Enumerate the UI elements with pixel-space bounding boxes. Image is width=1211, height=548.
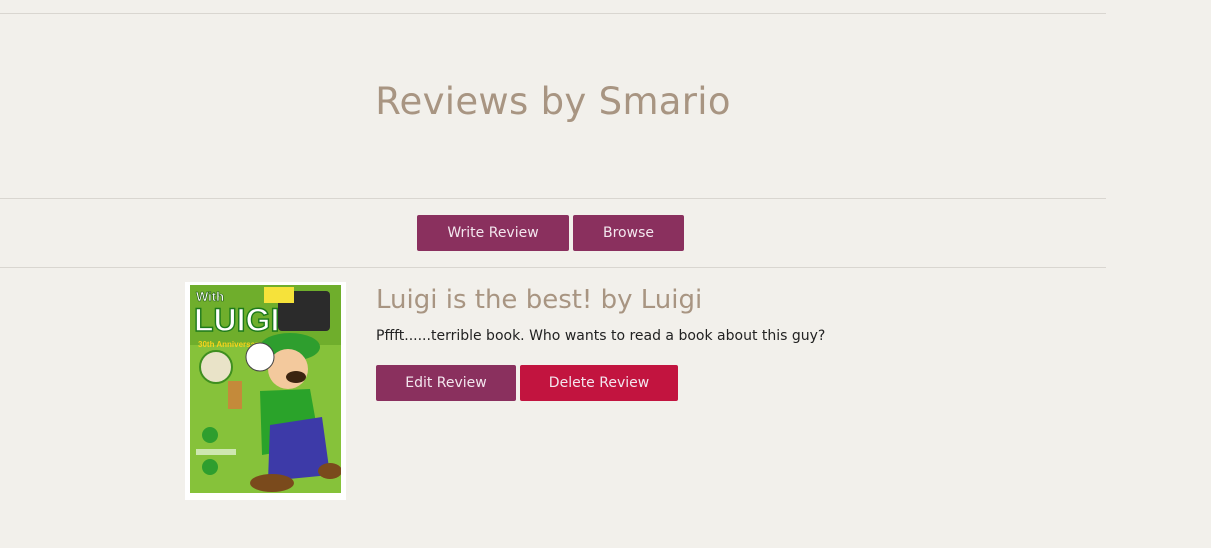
delete-review-button[interactable]: Delete Review (520, 365, 678, 401)
page: Reviews by Smario Write Review Browse Wi… (0, 0, 1211, 548)
page-title: Reviews by Smario (375, 80, 731, 123)
review-title: Luigi is the best! by Luigi (376, 285, 703, 315)
divider-nav-bottom (0, 267, 1106, 268)
browse-button[interactable]: Browse (573, 215, 684, 251)
book-cover-image[interactable]: With LUIGI 30th Anniversary (185, 282, 346, 500)
divider-top (0, 13, 1106, 14)
review-body: Pffft......terrible book. Who wants to r… (376, 328, 826, 344)
cover-text-luigi: LUIGI (194, 302, 279, 338)
book-cover-art: With LUIGI 30th Anniversary (190, 285, 341, 493)
divider-nav-top (0, 198, 1106, 199)
write-review-button[interactable]: Write Review (417, 215, 569, 251)
edit-review-button[interactable]: Edit Review (376, 365, 516, 401)
